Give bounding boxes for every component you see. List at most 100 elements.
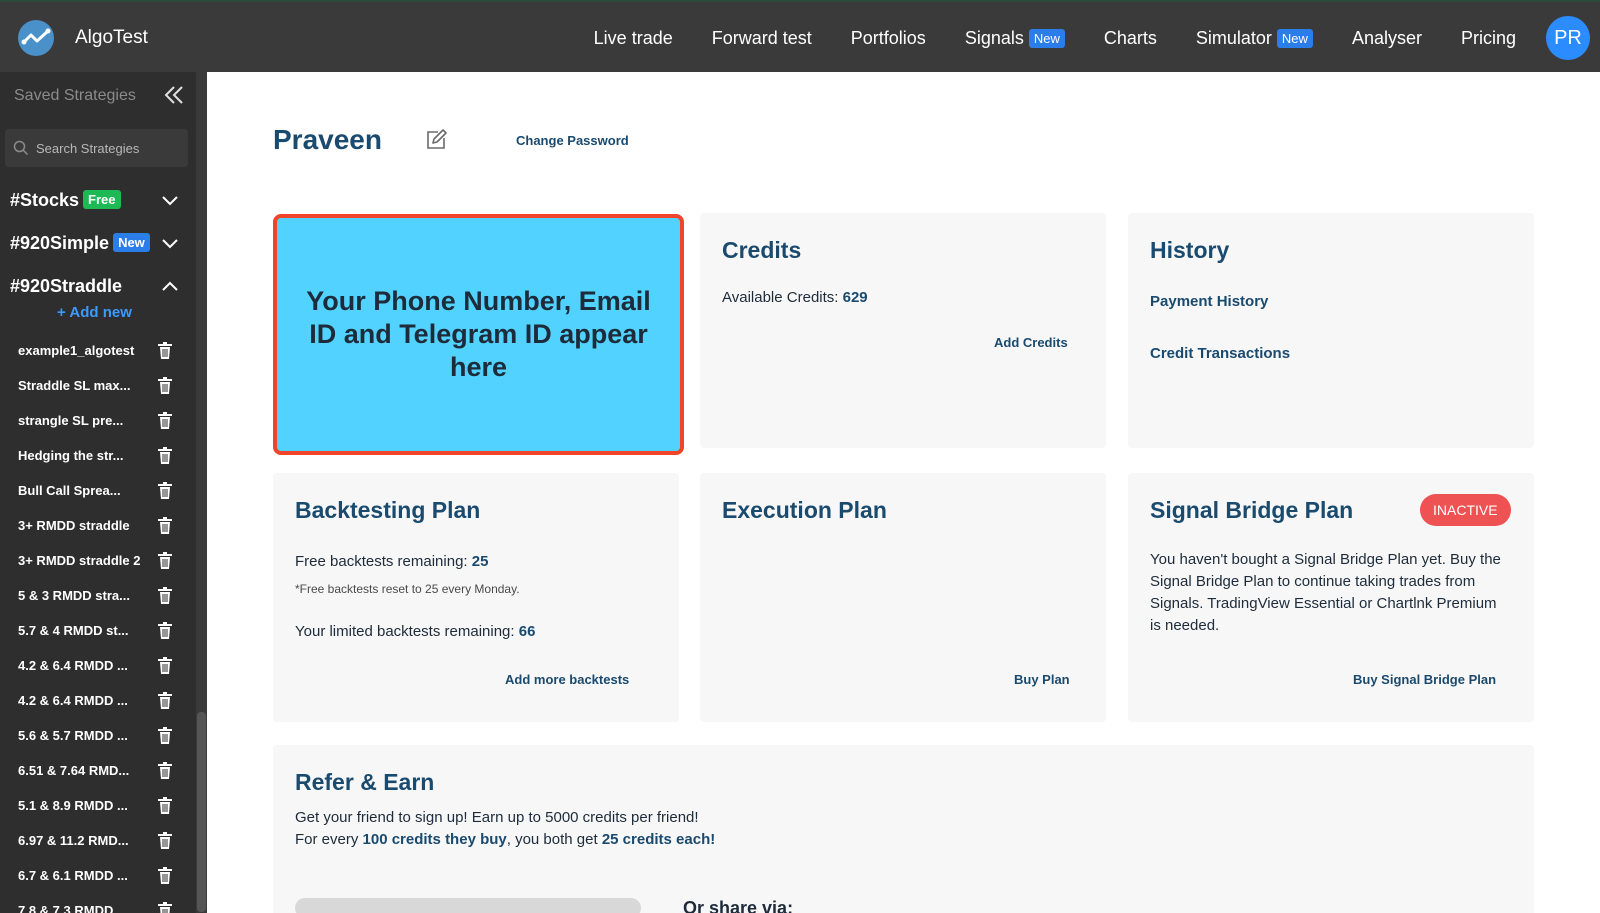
payment-history-link[interactable]: Payment History <box>1150 293 1268 310</box>
strategy-item[interactable]: Hedging the str... <box>0 439 196 473</box>
strategy-item[interactable]: 3+ RMDD straddle 2 <box>0 544 196 578</box>
nav-analyser[interactable]: Analyser <box>1352 28 1422 49</box>
add-credits-link[interactable]: Add Credits <box>994 335 1068 350</box>
new-badge: New <box>1028 28 1065 48</box>
strategy-name: example1_algotest <box>18 343 135 358</box>
trash-icon[interactable] <box>158 342 172 359</box>
search-strategies-box <box>5 129 188 167</box>
reset-note: *Free backtests reset to 25 every Monday… <box>295 582 520 596</box>
nav-label: Analyser <box>1351 27 1422 48</box>
buy-plan-link[interactable]: Buy Plan <box>1014 672 1070 687</box>
strategy-item[interactable]: 5 & 3 RMDD stra... <box>0 579 196 613</box>
contact-info-text: Your Phone Number, Email ID and Telegram… <box>306 286 651 382</box>
strategy-item[interactable]: 6.97 & 11.2 RMD... <box>0 824 196 858</box>
buy-signal-bridge-plan-link[interactable]: Buy Signal Bridge Plan <box>1353 672 1496 687</box>
referral-link-field[interactable] <box>295 898 641 913</box>
add-new-strategy-button[interactable]: + Add new <box>57 304 132 321</box>
group-stocks[interactable]: #Stocks Free <box>0 184 196 218</box>
chevron-down-icon[interactable] <box>160 235 180 253</box>
credit-transactions-link[interactable]: Credit Transactions <box>1150 345 1290 362</box>
nav-label: Forward test <box>711 27 812 48</box>
saved-strategies-sidebar: Saved Strategies #StocksFree #920SimpleN… <box>0 72 207 913</box>
trash-icon[interactable] <box>158 587 172 604</box>
strategy-item[interactable]: 5.6 & 5.7 RMDD ... <box>0 719 196 753</box>
strategy-item[interactable]: 5.1 & 8.9 RMDD ... <box>0 789 196 823</box>
trash-icon[interactable] <box>158 867 172 884</box>
nav-label: Live trade <box>593 27 673 48</box>
group-name: #Stocks <box>10 190 80 210</box>
bold-text: 25 credits each! <box>601 831 716 848</box>
strategy-item[interactable]: 4.2 & 6.4 RMDD ... <box>0 684 196 718</box>
trash-icon[interactable] <box>158 377 172 394</box>
trash-icon[interactable] <box>158 797 172 814</box>
backtesting-plan-card: Backtesting Plan Free backtests remainin… <box>273 473 679 722</box>
chevron-down-icon[interactable] <box>160 192 180 210</box>
strategy-item[interactable]: Bull Call Sprea... <box>0 474 196 508</box>
trash-icon[interactable] <box>158 412 172 429</box>
free-backtests-remaining: Free backtests remaining: 25 <box>295 553 488 570</box>
group-920simple[interactable]: #920Simple New <box>0 227 196 261</box>
nav-live-trade[interactable]: Live trade <box>594 28 673 49</box>
text: , you both get <box>506 831 602 848</box>
group-920straddle[interactable]: #920Straddle <box>0 270 196 304</box>
trash-icon[interactable] <box>158 832 172 849</box>
credits-value: 629 <box>842 289 868 306</box>
available-credits: Available Credits: 629 <box>722 289 868 306</box>
strategy-item[interactable]: example1_algotest <box>0 334 196 368</box>
strategy-name: 6.7 & 6.1 RMDD ... <box>18 868 128 883</box>
strategy-name: Bull Call Sprea... <box>18 483 121 498</box>
trash-icon[interactable] <box>158 657 172 674</box>
group-name: #920Simple <box>10 233 110 253</box>
strategy-name: 4.2 & 6.4 RMDD ... <box>18 693 128 708</box>
add-more-backtests-link[interactable]: Add more backtests <box>505 672 629 687</box>
nav-label: Portfolios <box>850 27 926 48</box>
status-badge: INACTIVE <box>1420 494 1511 526</box>
trash-icon[interactable] <box>158 902 172 913</box>
label: Free backtests remaining: <box>295 553 468 570</box>
strategy-item[interactable]: 4.2 & 6.4 RMDD ... <box>0 649 196 683</box>
double-chevron-left-icon[interactable] <box>163 84 185 106</box>
trash-icon[interactable] <box>158 517 172 534</box>
strategy-name: 5.6 & 5.7 RMDD ... <box>18 728 128 743</box>
group-label: #920Straddle <box>10 276 122 297</box>
trash-icon[interactable] <box>158 762 172 779</box>
nav-simulator[interactable]: Simulator New <box>1196 28 1313 49</box>
group-label: #Stocks Free <box>10 190 121 211</box>
trash-icon[interactable] <box>158 692 172 709</box>
nav-portfolios[interactable]: Portfolios <box>851 28 926 49</box>
nav-charts[interactable]: Charts <box>1104 28 1157 49</box>
scrollbar-thumb[interactable] <box>197 712 206 912</box>
chevron-up-icon[interactable] <box>160 278 180 296</box>
nav-label: Simulator <box>1195 27 1272 48</box>
trash-icon[interactable] <box>158 552 172 569</box>
strategy-item[interactable]: 7.8 & 7.3 RMDD ... <box>0 894 196 913</box>
trash-icon[interactable] <box>158 727 172 744</box>
trash-icon[interactable] <box>158 622 172 639</box>
nav-signals[interactable]: Signals New <box>965 28 1065 49</box>
strategy-item[interactable]: strangle SL pre... <box>0 404 196 438</box>
brand-name[interactable]: AlgoTest <box>75 27 148 49</box>
strategy-item[interactable]: 6.51 & 7.64 RMD... <box>0 754 196 788</box>
nav-pricing[interactable]: Pricing <box>1461 28 1516 49</box>
strategy-item[interactable]: Straddle SL max... <box>0 369 196 403</box>
signal-bridge-description: You haven't bought a Signal Bridge Plan … <box>1150 551 1501 634</box>
strategy-item[interactable]: 3+ RMDD straddle <box>0 509 196 543</box>
new-badge: New <box>113 233 150 252</box>
strategy-item[interactable]: 6.7 & 6.1 RMDD ... <box>0 859 196 893</box>
group-label: #920Simple New <box>10 233 150 254</box>
profile-main: Praveen Change Password Your Phone Numbe… <box>207 72 1600 913</box>
edit-pencil-icon[interactable] <box>424 128 448 152</box>
trash-icon[interactable] <box>158 447 172 464</box>
sidebar-scrollbar[interactable] <box>196 72 207 913</box>
strategy-name: Straddle SL max... <box>18 378 131 393</box>
trash-icon[interactable] <box>158 482 172 499</box>
chart-line-icon[interactable] <box>18 20 54 56</box>
strategy-item[interactable]: 5.7 & 4 RMDD st... <box>0 614 196 648</box>
search-input[interactable] <box>36 129 184 167</box>
change-password-link[interactable]: Change Password <box>516 133 629 148</box>
nav-forward-test[interactable]: Forward test <box>712 28 812 49</box>
refer-line-2: For every 100 credits they buy, you both… <box>295 831 715 848</box>
card-title: History <box>1150 237 1230 263</box>
strategy-name: Hedging the str... <box>18 448 124 463</box>
avatar[interactable]: PR <box>1546 16 1590 60</box>
